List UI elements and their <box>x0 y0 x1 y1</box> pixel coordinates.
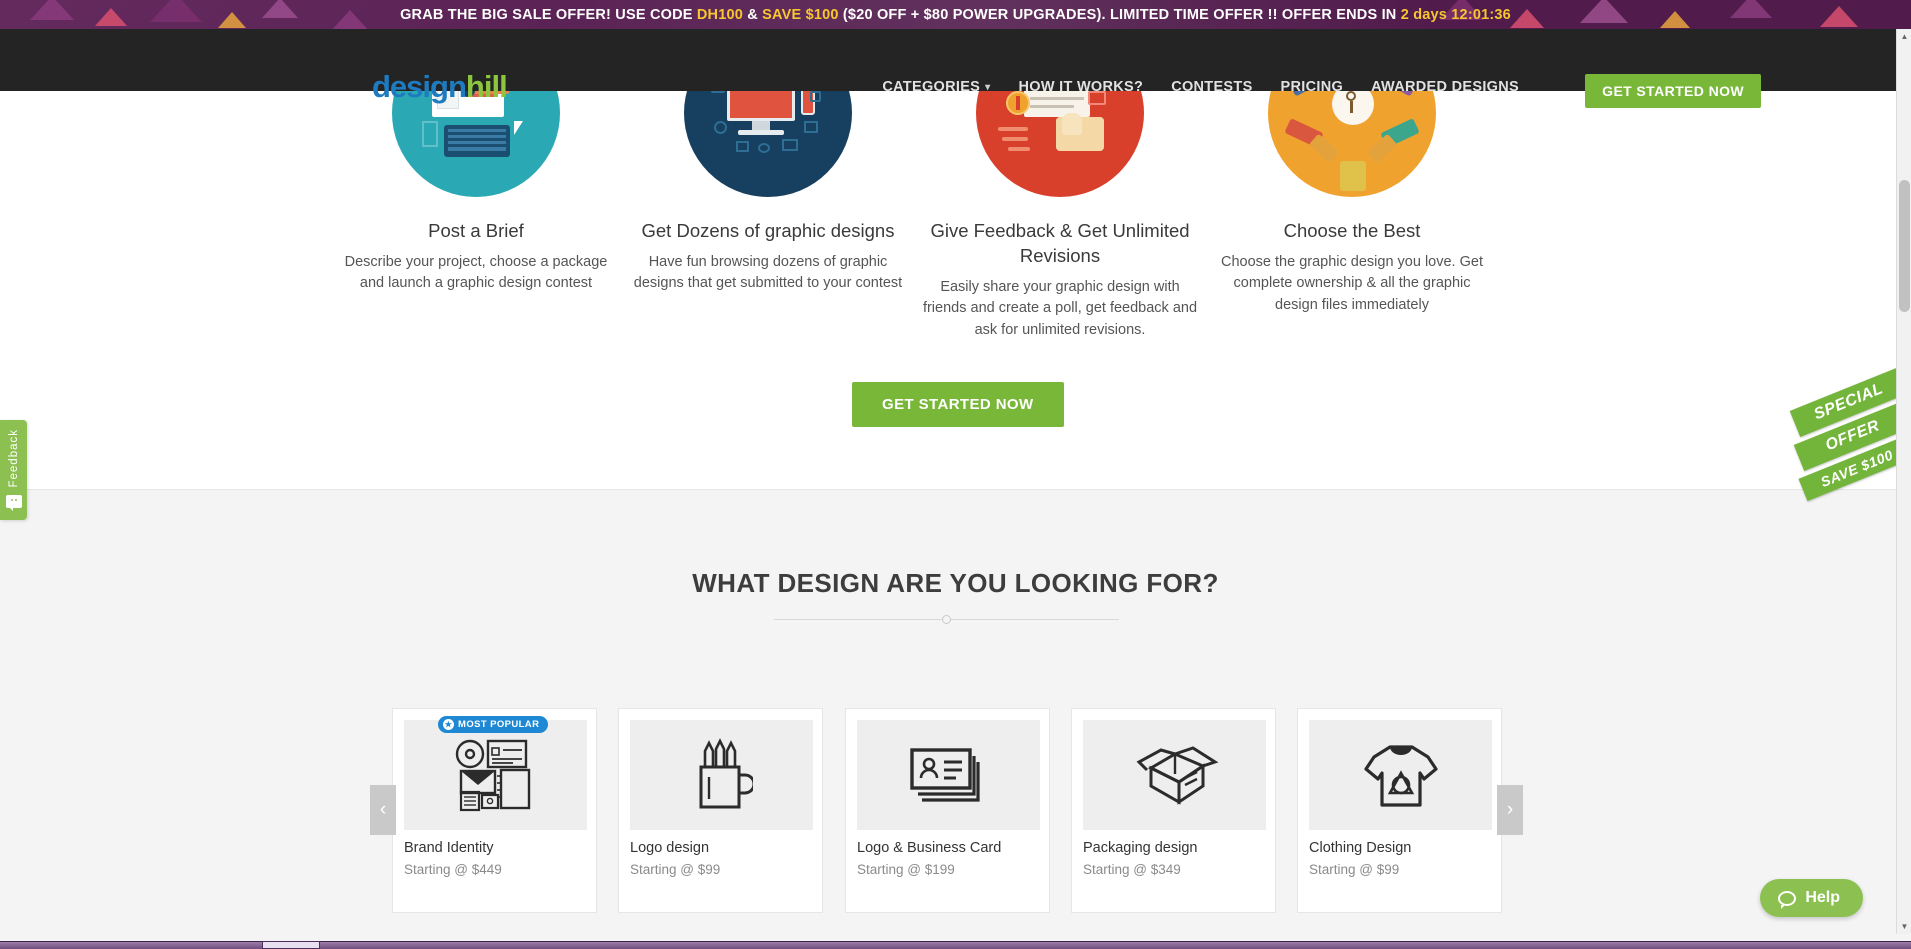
os-taskbar <box>0 941 1911 949</box>
category-card[interactable]: Packaging design Starting @ $349 <box>1071 708 1276 913</box>
logo-text-design: design <box>372 69 467 104</box>
category-price: Starting @ $199 <box>857 862 955 877</box>
nav-label: PRICING <box>1280 79 1344 95</box>
most-popular-badge: ★ MOST POPULAR <box>438 716 549 733</box>
category-thumbnail <box>857 720 1040 830</box>
step-desc: Easily share your graphic design with fr… <box>922 278 1198 338</box>
divider-dot <box>942 615 951 624</box>
nav-label: CONTESTS <box>1171 79 1253 95</box>
category-thumbnail <box>1083 720 1266 830</box>
category-thumbnail <box>404 720 587 830</box>
carousel-prev-arrow-icon[interactable]: ‹ <box>370 785 396 835</box>
category-name: Clothing Design <box>1309 840 1412 856</box>
page-scrollbar[interactable]: ▲ ▼ <box>1896 29 1911 934</box>
category-name: Brand Identity <box>404 840 494 856</box>
title-divider <box>774 612 1119 626</box>
feedback-label: Feedback <box>7 429 20 488</box>
taskbar-window-button[interactable] <box>262 941 320 949</box>
tshirt-icon <box>1363 745 1438 807</box>
category-name: Logo design <box>630 840 710 856</box>
site-logo[interactable]: designhill <box>372 69 508 104</box>
category-name: Packaging design <box>1083 840 1198 856</box>
scroll-up-arrow-icon[interactable]: ▲ <box>1897 29 1911 44</box>
logo-text-hill: hill <box>465 69 508 104</box>
promo-banner: GRAB THE BIG SALE OFFER! USE CODE DH100 … <box>0 0 1911 29</box>
get-started-now-button-header[interactable]: GET STARTED NOW <box>1585 74 1761 108</box>
brand-identity-icon <box>455 739 530 812</box>
promo-text-lead: GRAB THE BIG SALE OFFER! USE CODE <box>400 6 697 23</box>
promo-save: SAVE $100 <box>762 6 839 23</box>
category-thumbnail <box>630 720 813 830</box>
step-desc: Choose the graphic design you love. Get … <box>1221 253 1483 313</box>
category-thumbnail <box>1309 720 1492 830</box>
promo-countdown: 2 days 12:01:36 <box>1400 6 1511 23</box>
section-title: WHAT DESIGN ARE YOU LOOKING FOR? <box>692 568 1219 598</box>
nav-label: CATEGORIES <box>882 79 981 95</box>
promo-text-middle: ($20 OFF + $80 POWER UPGRADES). LIMITED … <box>838 6 1401 23</box>
chevron-down-icon: ▾ <box>985 81 991 93</box>
open-box-icon <box>1136 746 1218 805</box>
scroll-down-arrow-icon[interactable]: ▼ <box>1897 919 1911 934</box>
category-price: Starting @ $99 <box>1309 862 1400 877</box>
promo-text: GRAB THE BIG SALE OFFER! USE CODE DH100 … <box>400 7 1511 23</box>
badge-label: MOST POPULAR <box>458 719 540 730</box>
design-categories-section: WHAT DESIGN ARE YOU LOOKING FOR? ‹ › ★ M… <box>0 489 1911 949</box>
star-icon: ★ <box>443 719 454 730</box>
main-navigation: CATEGORIES ▾ HOW IT WORKS? CONTESTS PRIC… <box>882 79 1519 95</box>
carousel-next-arrow-icon[interactable]: › <box>1497 785 1523 835</box>
scrollbar-thumb[interactable] <box>1899 180 1910 312</box>
category-card[interactable]: ★ MOST POPULAR Brand Identity Starting @… <box>392 708 597 913</box>
smiley-chat-icon <box>5 494 22 511</box>
get-started-now-button-main[interactable]: GET STARTED NOW <box>852 382 1064 427</box>
step-desc: Describe your project, choose a package … <box>344 253 608 292</box>
category-name: Logo & Business Card <box>857 840 1002 856</box>
site-header: designhill CATEGORIES ▾ HOW IT WORKS? CO… <box>0 29 1911 108</box>
help-button[interactable]: Help <box>1760 879 1863 917</box>
nav-item-pricing[interactable]: PRICING <box>1281 79 1344 95</box>
nav-item-categories[interactable]: CATEGORIES ▾ <box>882 79 990 95</box>
category-card[interactable]: Logo & Business Card Starting @ $199 <box>845 708 1050 913</box>
nav-label: HOW IT WORKS? <box>1018 79 1144 95</box>
promo-amp: & <box>743 6 763 23</box>
category-price: Starting @ $349 <box>1083 862 1181 877</box>
step-title: Choose the Best <box>1283 220 1421 241</box>
step-desc: Have fun browsing dozens of graphic desi… <box>633 253 903 292</box>
nav-label: AWARDED DESIGNS <box>1371 79 1519 95</box>
promo-code: DH100 <box>696 6 744 23</box>
feedback-tab[interactable]: Feedback <box>0 420 27 520</box>
nav-item-awarded-designs[interactable]: AWARDED DESIGNS <box>1371 79 1519 95</box>
category-card[interactable]: Clothing Design Starting @ $99 <box>1297 708 1502 913</box>
step-title: Post a Brief <box>428 220 524 241</box>
category-price: Starting @ $99 <box>630 862 721 877</box>
pencil-cup-icon <box>699 738 753 809</box>
step-title: Get Dozens of graphic designs <box>641 220 895 241</box>
nav-item-contests[interactable]: CONTESTS <box>1171 79 1252 95</box>
nav-item-how-it-works[interactable]: HOW IT WORKS? <box>1018 79 1143 95</box>
chat-bubble-icon <box>1778 890 1797 909</box>
business-card-icon <box>909 748 980 802</box>
help-label: Help <box>1805 889 1840 906</box>
category-card[interactable]: Logo design Starting @ $99 <box>618 708 823 913</box>
category-price: Starting @ $449 <box>404 862 502 877</box>
step-title: Give Feedback & Get Unlimited Revisions <box>930 220 1190 266</box>
categories-carousel: ‹ › ★ MOST POPULAR Brand Identity Starti… <box>0 708 1911 913</box>
